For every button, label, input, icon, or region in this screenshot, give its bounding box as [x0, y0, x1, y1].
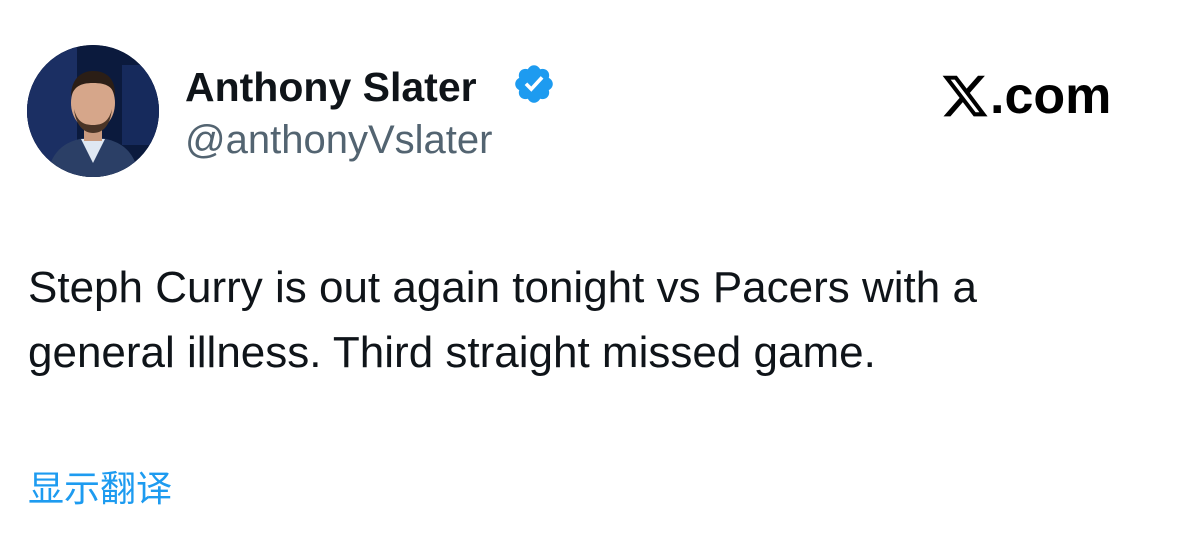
tweet-text: Steph Curry is out again tonight vs Pace… [28, 255, 1153, 385]
tweet-text-line: Steph Curry is out again tonight vs Pace… [28, 263, 977, 312]
x-logo-icon [942, 75, 988, 117]
tweet-card: Anthony Slater @anthonyVslater .com Step… [0, 0, 1179, 548]
author-avatar[interactable] [27, 45, 159, 177]
author-handle[interactable]: @anthonyVslater [185, 116, 492, 164]
platform-domain: .com [990, 67, 1112, 125]
tweet-text-line: general illness. Third straight missed g… [28, 328, 876, 377]
author-display-name[interactable]: Anthony Slater [185, 62, 477, 112]
platform-logo: .com [940, 66, 1111, 126]
verified-badge-icon [515, 65, 553, 103]
person-avatar-icon [27, 45, 159, 177]
show-translation-link[interactable]: 显示翻译 [28, 466, 172, 514]
